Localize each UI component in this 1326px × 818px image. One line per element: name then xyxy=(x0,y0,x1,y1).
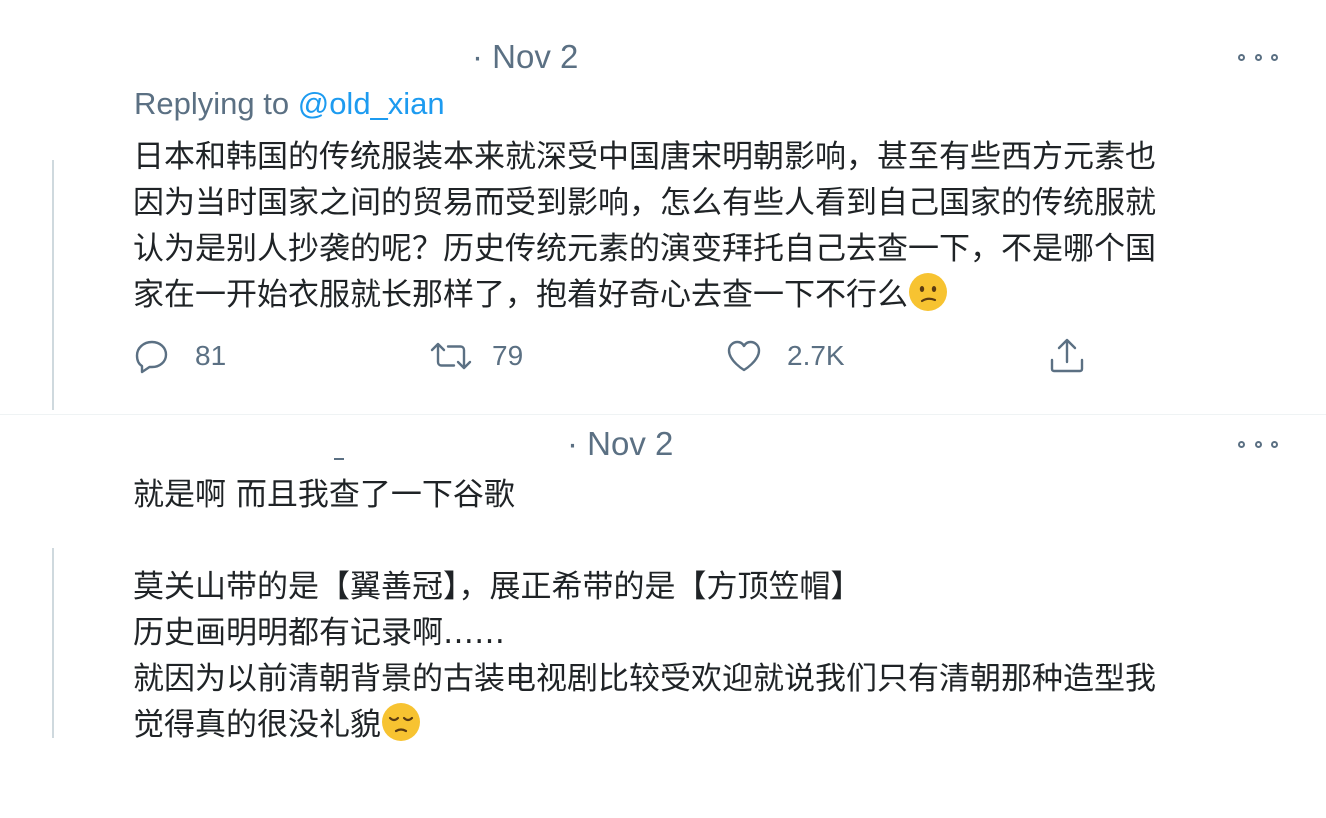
replying-to-label: Replying to xyxy=(134,86,298,121)
tweet-text-body: 日本和韩国的传统服装本来就深受中国唐宋明朝影响，甚至有些西方元素也 因为当时国家… xyxy=(133,139,1156,313)
share-icon xyxy=(1050,338,1084,373)
tweet-date[interactable]: · Nov 2 xyxy=(567,425,673,463)
tweet-text-body: 就是啊 而且我查了一下谷歌 莫关山带的是【翼善冠】，展正希带的是【方顶笠帽】 历… xyxy=(133,477,1156,743)
reply-button[interactable]: 81 xyxy=(133,333,226,379)
retweet-count: 79 xyxy=(492,340,524,371)
tweet-divider xyxy=(0,414,1326,415)
replying-to-handle-link[interactable]: @old_xian xyxy=(298,86,445,121)
more-options-icon[interactable] xyxy=(1238,50,1278,64)
share-button[interactable] xyxy=(1048,333,1086,379)
username-fragment xyxy=(334,458,344,460)
like-count: 2.7K xyxy=(787,340,845,371)
retweet-button[interactable]: 79 xyxy=(428,333,523,379)
reply-count: 81 xyxy=(195,340,227,371)
confused-face-emoji xyxy=(909,273,947,311)
tweet-date[interactable]: · Nov 2 xyxy=(472,38,578,76)
thread-line xyxy=(52,548,54,738)
more-options-icon[interactable] xyxy=(1238,437,1278,451)
heart-icon xyxy=(727,340,761,372)
reply-icon xyxy=(135,340,168,374)
tweet-text: 就是啊 而且我查了一下谷歌 莫关山带的是【翼善冠】，展正希带的是【方顶笠帽】 历… xyxy=(133,472,1283,748)
like-button[interactable]: 2.7K xyxy=(725,333,845,379)
tweet-actions: 81 79 2.7K xyxy=(0,333,1326,383)
replying-to: Replying to @old_xian xyxy=(134,86,445,122)
retweet-icon xyxy=(430,342,472,370)
pensive-face-emoji xyxy=(382,703,420,741)
tweet-text: 日本和韩国的传统服装本来就深受中国唐宋明朝影响，甚至有些西方元素也 因为当时国家… xyxy=(133,134,1283,318)
